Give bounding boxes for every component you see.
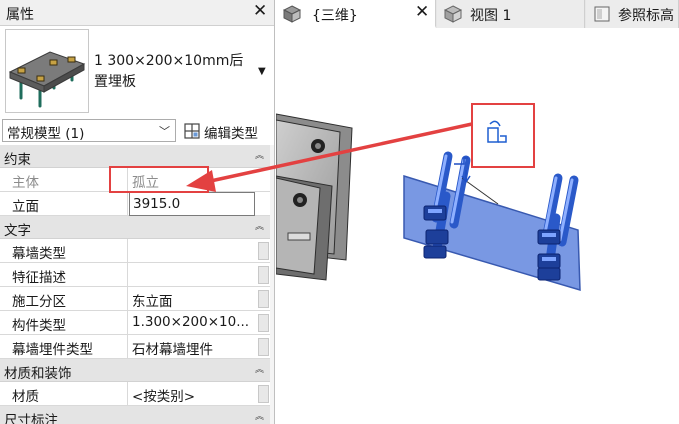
row-embedment-type: 幕墙埋件类型 石材幕墙埋件: [0, 335, 270, 359]
property-value[interactable]: 1.300×200×10...: [129, 311, 255, 335]
row-material: 材质 <按类别>: [0, 382, 270, 406]
type-name: 1 300×200×10mm后置埋板: [94, 53, 244, 90]
property-value: 孤立: [132, 175, 159, 191]
row-edit-button[interactable]: [258, 385, 269, 403]
tab-3d-view[interactable]: {三维} ✕: [276, 0, 436, 28]
group-materials[interactable]: 材质和装饰 ︽: [0, 359, 270, 382]
group-label: 尺寸标注: [4, 413, 58, 424]
property-key: 主体: [0, 168, 128, 192]
instance-filter-dropdown[interactable]: 常规模型 (1) ﹀: [2, 119, 176, 142]
property-key: 特征描述: [0, 263, 128, 287]
instance-filter-row: 常规模型 (1) ﹀ 编辑类型: [0, 117, 274, 144]
collapse-icon[interactable]: ︽: [255, 362, 264, 375]
close-icon[interactable]: ✕: [253, 1, 267, 21]
selected-embed-plate[interactable]: [403, 151, 581, 292]
group-label: 材质和装饰: [4, 366, 72, 382]
properties-title: 属性: [6, 7, 34, 23]
instance-filter-value: 常规模型 (1): [7, 126, 85, 142]
property-key: 立面: [0, 192, 128, 216]
edit-type-label: 编辑类型: [204, 126, 258, 142]
properties-palette: 属性 ✕ 1 300×200×10mm后置埋板 ▼ 常规模型 (1) ﹀ 编辑类…: [0, 0, 275, 424]
tab-view-1[interactable]: 视图 1: [437, 0, 585, 28]
group-text[interactable]: 文字 ︽: [0, 216, 270, 239]
sheet-view-icon: [593, 5, 611, 27]
dropdown-arrow-icon[interactable]: ▼: [258, 66, 266, 77]
property-key: 幕墙类型: [0, 239, 128, 263]
group-constraints[interactable]: 约束 ︽: [0, 145, 270, 168]
row-edit-button[interactable]: [258, 242, 269, 260]
row-edit-button[interactable]: [258, 338, 269, 356]
row-edit-button[interactable]: [258, 290, 269, 308]
row-feature-description: 特征描述: [0, 263, 270, 287]
group-label: 约束: [4, 152, 31, 168]
tab-reference-level[interactable]: 参照标高: [586, 0, 679, 28]
edit-type-icon: [184, 123, 200, 143]
property-value[interactable]: <按类别>: [129, 382, 255, 406]
property-key: 构件类型: [0, 311, 128, 335]
property-value[interactable]: [129, 239, 255, 263]
group-label: 文字: [4, 223, 31, 239]
row-edit-button[interactable]: [258, 266, 269, 284]
model-drawing: [276, 103, 581, 292]
family-thumbnail: [5, 29, 89, 113]
cube-3d-icon: [282, 5, 302, 27]
type-selector[interactable]: 1 300×200×10mm后置埋板 ▼: [0, 26, 274, 116]
tab-label: 视图 1: [470, 8, 512, 24]
tab-label: {三维}: [312, 8, 358, 24]
property-scrollbar[interactable]: [270, 145, 274, 424]
row-host: 主体 孤立: [0, 168, 270, 192]
collapse-icon[interactable]: ︽: [255, 409, 264, 422]
view-tab-bar: {三维} ✕ 视图 1 参照标高: [276, 0, 679, 28]
cube-3d-icon: [443, 5, 463, 27]
close-icon[interactable]: ✕: [415, 2, 429, 22]
property-key: 施工分区: [0, 287, 128, 311]
flip-control-icon[interactable]: [487, 120, 507, 143]
edit-type-button[interactable]: 编辑类型: [180, 119, 272, 142]
property-key: 材质: [0, 382, 128, 406]
property-value[interactable]: [129, 263, 255, 287]
property-key: 幕墙埋件类型: [0, 335, 128, 359]
collapse-icon[interactable]: ︽: [255, 148, 264, 161]
group-dimensions[interactable]: 尺寸标注 ︽: [0, 406, 270, 424]
tab-label: 参照标高: [618, 8, 674, 24]
property-value[interactable]: 东立面: [129, 287, 255, 311]
chevron-down-icon: ﹀: [159, 125, 170, 138]
property-value[interactable]: 石材幕墙埋件: [129, 335, 255, 359]
row-elevation: 立面 3915.0: [0, 192, 270, 216]
row-construction-zone: 施工分区 东立面: [0, 287, 270, 311]
row-component-type: 构件类型 1.300×200×10...: [0, 311, 270, 335]
property-grid: 约束 ︽ 主体 孤立 立面 3915.0 文字 ︽ 幕墙类型 特征描述 施工分区…: [0, 145, 270, 424]
3d-view-canvas[interactable]: [276, 28, 679, 424]
row-edit-button[interactable]: [258, 314, 269, 332]
elevation-input[interactable]: 3915.0: [129, 192, 255, 216]
row-curtain-wall-type: 幕墙类型: [0, 239, 270, 263]
properties-title-bar: 属性 ✕: [0, 0, 274, 26]
collapse-icon[interactable]: ︽: [255, 219, 264, 232]
grey-embed-plates[interactable]: [276, 113, 353, 281]
